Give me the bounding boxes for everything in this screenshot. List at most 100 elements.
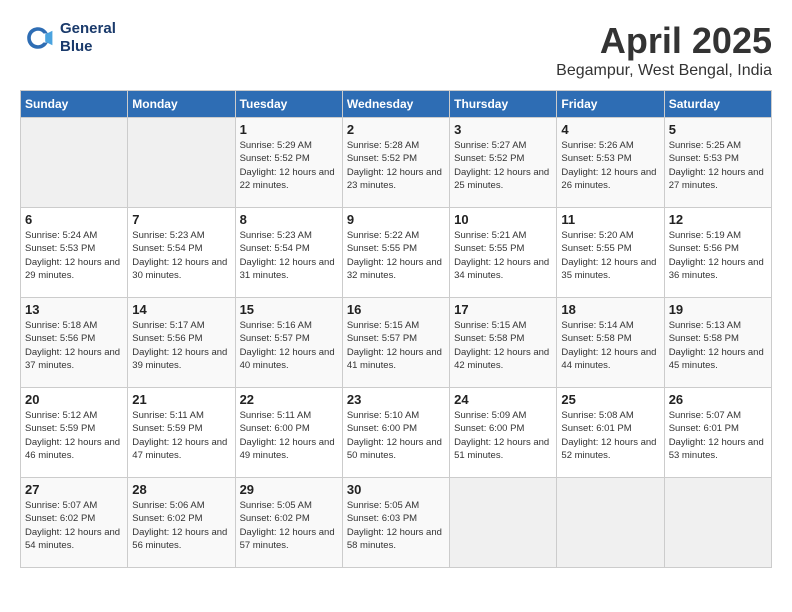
- calendar-cell: 26 Sunrise: 5:07 AM Sunset: 6:01 PM Dayli…: [664, 388, 771, 478]
- logo: General Blue: [20, 20, 116, 56]
- calendar-cell: 12 Sunrise: 5:19 AM Sunset: 5:56 PM Dayli…: [664, 208, 771, 298]
- calendar-week-row: 6 Sunrise: 5:24 AM Sunset: 5:53 PM Daylig…: [21, 208, 772, 298]
- calendar-cell: [557, 478, 664, 568]
- day-number: 6: [25, 212, 123, 227]
- calendar-cell: 10Sunrise: 5:21 AM Sunset: 5:55 PM Dayli…: [450, 208, 557, 298]
- calendar-week-row: 13 Sunrise: 5:18 AM Sunset: 5:56 PM Dayli…: [21, 298, 772, 388]
- location-subtitle: Begampur, West Bengal, India: [556, 62, 772, 80]
- day-info: Sunrise: 5:24 AM Sunset: 5:53 PM Dayligh…: [25, 229, 123, 282]
- day-info: Sunrise: 5:16 AM Sunset: 5:57 PM Dayligh…: [240, 319, 338, 372]
- day-number: 27: [25, 482, 123, 497]
- day-number: 24: [454, 392, 552, 407]
- day-info: Sunrise: 5:29 AM Sunset: 5:52 PM Dayligh…: [240, 139, 338, 192]
- calendar-cell: 25Sunrise: 5:08 AM Sunset: 6:01 PM Dayli…: [557, 388, 664, 478]
- day-number: 3: [454, 122, 552, 137]
- page-header: General Blue April 2025 Begampur, West B…: [20, 20, 772, 80]
- calendar-cell: 9 Sunrise: 5:22 AM Sunset: 5:55 PM Daylig…: [342, 208, 449, 298]
- day-number: 13: [25, 302, 123, 317]
- day-number: 18: [561, 302, 659, 317]
- calendar-cell: 27 Sunrise: 5:07 AM Sunset: 6:02 PM Dayli…: [21, 478, 128, 568]
- day-info: Sunrise: 5:12 AM Sunset: 5:59 PM Dayligh…: [25, 409, 123, 462]
- day-info: Sunrise: 5:28 AM Sunset: 5:52 PM Dayligh…: [347, 139, 445, 192]
- calendar-cell: 17 Sunrise: 5:15 AM Sunset: 5:58 PM Dayli…: [450, 298, 557, 388]
- day-info: Sunrise: 5:05 AM Sunset: 6:02 PM Dayligh…: [240, 499, 338, 552]
- calendar-cell: 24 Sunrise: 5:09 AM Sunset: 6:00 PM Dayli…: [450, 388, 557, 478]
- calendar-cell: [21, 118, 128, 208]
- weekday-header-row: SundayMondayTuesdayWednesdayThursdayFrid…: [21, 91, 772, 118]
- day-number: 12: [669, 212, 767, 227]
- day-info: Sunrise: 5:23 AM Sunset: 5:54 PM Dayligh…: [240, 229, 338, 282]
- day-info: Sunrise: 5:15 AM Sunset: 5:58 PM Dayligh…: [454, 319, 552, 372]
- calendar-cell: 5Sunrise: 5:25 AM Sunset: 5:53 PM Daylig…: [664, 118, 771, 208]
- day-number: 30: [347, 482, 445, 497]
- calendar-cell: 22 Sunrise: 5:11 AM Sunset: 6:00 PM Dayli…: [235, 388, 342, 478]
- day-info: Sunrise: 5:22 AM Sunset: 5:55 PM Dayligh…: [347, 229, 445, 282]
- day-number: 9: [347, 212, 445, 227]
- day-number: 29: [240, 482, 338, 497]
- day-number: 28: [132, 482, 230, 497]
- day-info: Sunrise: 5:11 AM Sunset: 5:59 PM Dayligh…: [132, 409, 230, 462]
- weekday-header-monday: Monday: [128, 91, 235, 118]
- day-number: 15: [240, 302, 338, 317]
- day-info: Sunrise: 5:11 AM Sunset: 6:00 PM Dayligh…: [240, 409, 338, 462]
- weekday-header-sunday: Sunday: [21, 91, 128, 118]
- calendar-table: SundayMondayTuesdayWednesdayThursdayFrid…: [20, 90, 772, 568]
- calendar-cell: 23 Sunrise: 5:10 AM Sunset: 6:00 PM Dayli…: [342, 388, 449, 478]
- day-info: Sunrise: 5:18 AM Sunset: 5:56 PM Dayligh…: [25, 319, 123, 372]
- day-number: 17: [454, 302, 552, 317]
- month-year-title: April 2025: [556, 20, 772, 62]
- day-info: Sunrise: 5:10 AM Sunset: 6:00 PM Dayligh…: [347, 409, 445, 462]
- calendar-cell: 16 Sunrise: 5:15 AM Sunset: 5:57 PM Dayli…: [342, 298, 449, 388]
- day-info: Sunrise: 5:23 AM Sunset: 5:54 PM Dayligh…: [132, 229, 230, 282]
- weekday-header-wednesday: Wednesday: [342, 91, 449, 118]
- calendar-cell: 3 Sunrise: 5:27 AM Sunset: 5:52 PM Daylig…: [450, 118, 557, 208]
- day-info: Sunrise: 5:15 AM Sunset: 5:57 PM Dayligh…: [347, 319, 445, 372]
- day-info: Sunrise: 5:27 AM Sunset: 5:52 PM Dayligh…: [454, 139, 552, 192]
- day-number: 4: [561, 122, 659, 137]
- calendar-cell: 6 Sunrise: 5:24 AM Sunset: 5:53 PM Daylig…: [21, 208, 128, 298]
- day-info: Sunrise: 5:05 AM Sunset: 6:03 PM Dayligh…: [347, 499, 445, 552]
- day-number: 5: [669, 122, 767, 137]
- calendar-week-row: 27 Sunrise: 5:07 AM Sunset: 6:02 PM Dayli…: [21, 478, 772, 568]
- day-info: Sunrise: 5:20 AM Sunset: 5:55 PM Dayligh…: [561, 229, 659, 282]
- day-info: Sunrise: 5:19 AM Sunset: 5:56 PM Dayligh…: [669, 229, 767, 282]
- weekday-header-tuesday: Tuesday: [235, 91, 342, 118]
- calendar-cell: 30 Sunrise: 5:05 AM Sunset: 6:03 PM Dayli…: [342, 478, 449, 568]
- day-number: 25: [561, 392, 659, 407]
- day-number: 1: [240, 122, 338, 137]
- day-number: 14: [132, 302, 230, 317]
- day-number: 8: [240, 212, 338, 227]
- day-number: 19: [669, 302, 767, 317]
- calendar-cell: 28 Sunrise: 5:06 AM Sunset: 6:02 PM Dayli…: [128, 478, 235, 568]
- day-number: 7: [132, 212, 230, 227]
- day-number: 23: [347, 392, 445, 407]
- calendar-cell: 11 Sunrise: 5:20 AM Sunset: 5:55 PM Dayli…: [557, 208, 664, 298]
- calendar-cell: 14 Sunrise: 5:17 AM Sunset: 5:56 PM Dayli…: [128, 298, 235, 388]
- day-info: Sunrise: 5:14 AM Sunset: 5:58 PM Dayligh…: [561, 319, 659, 372]
- weekday-header-friday: Friday: [557, 91, 664, 118]
- day-number: 22: [240, 392, 338, 407]
- day-info: Sunrise: 5:07 AM Sunset: 6:02 PM Dayligh…: [25, 499, 123, 552]
- calendar-cell: 20Sunrise: 5:12 AM Sunset: 5:59 PM Dayli…: [21, 388, 128, 478]
- day-number: 10: [454, 212, 552, 227]
- logo-icon: [20, 20, 56, 56]
- title-block: April 2025 Begampur, West Bengal, India: [556, 20, 772, 80]
- calendar-cell: 7 Sunrise: 5:23 AM Sunset: 5:54 PM Daylig…: [128, 208, 235, 298]
- day-info: Sunrise: 5:09 AM Sunset: 6:00 PM Dayligh…: [454, 409, 552, 462]
- calendar-cell: 18 Sunrise: 5:14 AM Sunset: 5:58 PM Dayli…: [557, 298, 664, 388]
- day-info: Sunrise: 5:07 AM Sunset: 6:01 PM Dayligh…: [669, 409, 767, 462]
- weekday-header-saturday: Saturday: [664, 91, 771, 118]
- calendar-cell: 2 Sunrise: 5:28 AM Sunset: 5:52 PM Daylig…: [342, 118, 449, 208]
- calendar-cell: [664, 478, 771, 568]
- day-info: Sunrise: 5:17 AM Sunset: 5:56 PM Dayligh…: [132, 319, 230, 372]
- day-info: Sunrise: 5:06 AM Sunset: 6:02 PM Dayligh…: [132, 499, 230, 552]
- calendar-week-row: 1 Sunrise: 5:29 AM Sunset: 5:52 PM Daylig…: [21, 118, 772, 208]
- day-number: 16: [347, 302, 445, 317]
- calendar-cell: 4Sunrise: 5:26 AM Sunset: 5:53 PM Daylig…: [557, 118, 664, 208]
- day-number: 2: [347, 122, 445, 137]
- calendar-cell: 8 Sunrise: 5:23 AM Sunset: 5:54 PM Daylig…: [235, 208, 342, 298]
- day-number: 26: [669, 392, 767, 407]
- day-number: 11: [561, 212, 659, 227]
- calendar-cell: 15 Sunrise: 5:16 AM Sunset: 5:57 PM Dayli…: [235, 298, 342, 388]
- weekday-header-thursday: Thursday: [450, 91, 557, 118]
